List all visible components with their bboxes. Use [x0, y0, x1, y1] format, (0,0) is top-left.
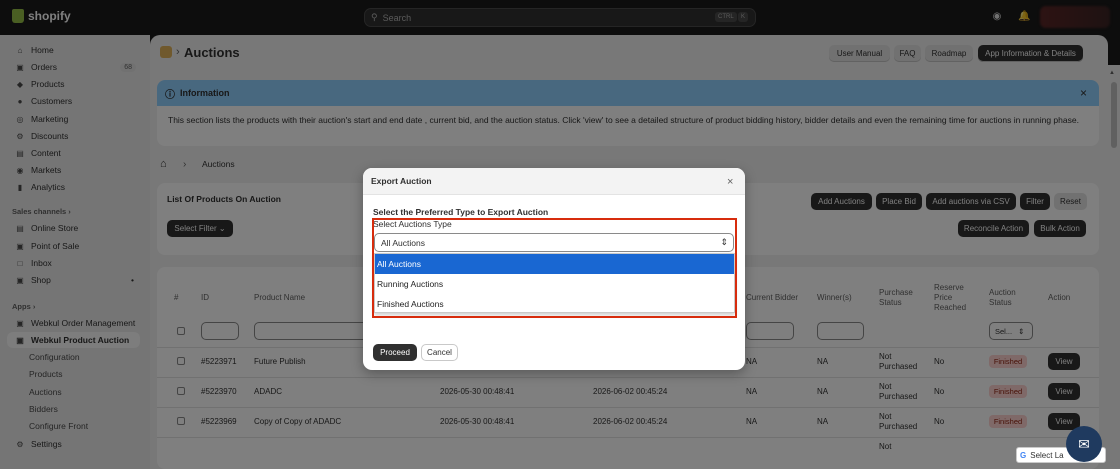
cancel-button[interactable]: Cancel [421, 344, 458, 361]
modal-question: Select the Preferred Type to Export Auct… [373, 207, 549, 217]
google-g-icon: G [1020, 450, 1027, 460]
modal-header: Export Auction [363, 168, 745, 195]
close-icon[interactable]: × [727, 176, 733, 188]
chat-icon: ✉ [1078, 435, 1090, 452]
chat-bubble-button[interactable]: ✉ [1066, 426, 1102, 462]
proceed-button[interactable]: Proceed [373, 344, 417, 361]
highlight-box [372, 218, 737, 318]
google-translate-label: Select La [1030, 450, 1064, 460]
modal-title: Export Auction [371, 176, 432, 186]
